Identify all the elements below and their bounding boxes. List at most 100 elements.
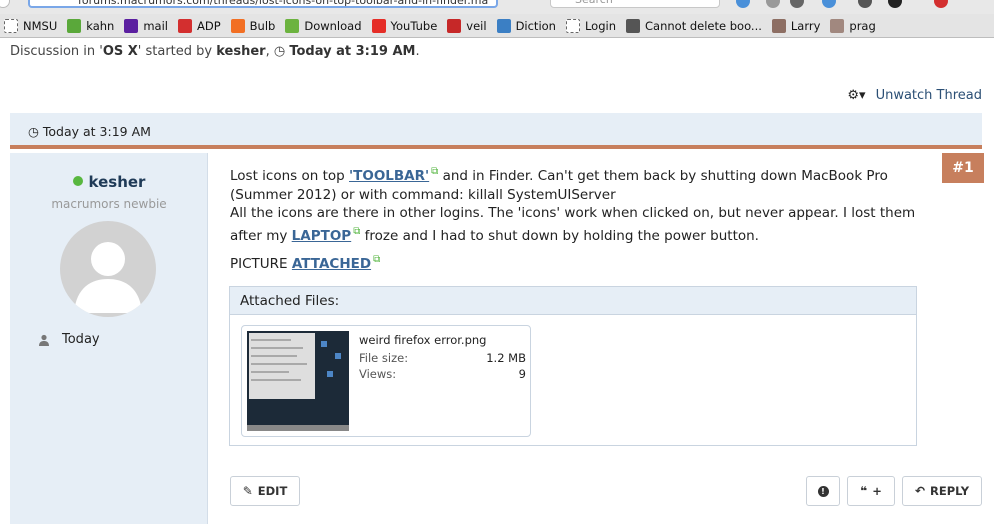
back-button[interactable] — [0, 0, 10, 8]
bookmark-item[interactable]: mail — [124, 18, 168, 33]
youtube-icon — [371, 18, 386, 33]
bookmark-label: mail — [143, 18, 168, 33]
pencil-icon: ✎ — [242, 484, 253, 498]
leaf-icon — [67, 18, 82, 33]
attachment-filename[interactable]: weird firefox error.png — [359, 333, 486, 347]
apple-icon — [626, 18, 640, 33]
reply-label: REPLY — [930, 484, 970, 498]
views-label: Views: — [359, 367, 397, 381]
dictionary-icon — [496, 18, 511, 33]
thread-controls: ⚙▾ Unwatch Thread — [847, 88, 982, 103]
bookmark-star-icon[interactable] — [736, 0, 750, 8]
online-status-icon — [72, 176, 83, 186]
url-bar[interactable]: forums.macrumors.com/threads/lost-icons-… — [28, 0, 498, 8]
external-link-icon: ⧉ — [373, 254, 381, 265]
multi-quote-button[interactable]: ❝ + — [847, 476, 895, 506]
thread-info-text: ' started by — [137, 44, 217, 59]
bookmark-label: NMSU — [23, 18, 58, 33]
thumbnail-detail — [251, 355, 297, 357]
toolbar-link[interactable]: 'TOOLBAR' — [349, 168, 429, 184]
gear-icon[interactable]: ⚙▾ — [847, 88, 865, 103]
multi-quote-label: + — [872, 484, 882, 498]
browser-toolbar: forums.macrumors.com/threads/lost-icons-… — [0, 0, 994, 14]
thumbnail-detail — [251, 371, 289, 373]
edit-label: EDIT — [257, 484, 288, 498]
bookmark-label: prag — [849, 18, 876, 33]
views-value: 9 — [518, 367, 526, 381]
body-text: froze and I had to shut down by holding … — [360, 227, 759, 244]
thread-time[interactable]: Today at 3:19 AM — [289, 44, 415, 59]
bookmark-label: Cannot delete boo... — [645, 18, 762, 33]
thread-info: Discussion in 'OS X' started by kesher, … — [10, 44, 420, 59]
bookmark-item[interactable]: Cannot delete boo... — [626, 18, 762, 33]
file-size-row: File size: 1.2 MB — [359, 351, 526, 365]
extension-icon[interactable] — [790, 0, 804, 8]
post-date[interactable]: Today at 3:19 AM — [43, 124, 151, 139]
page-outline-icon — [565, 18, 580, 33]
post-number[interactable]: #1 — [942, 153, 984, 183]
attachment-item[interactable]: weird firefox error.png File size: 1.2 M… — [241, 325, 531, 437]
laptop-link[interactable]: LAPTOP — [292, 228, 352, 244]
bookmark-item[interactable]: veil — [447, 18, 487, 33]
attached-files-box: Attached Files: weird firefox error.png … — [229, 286, 917, 446]
clock-icon: ◷ — [273, 44, 290, 59]
shield-icon[interactable] — [822, 0, 836, 8]
edit-button[interactable]: ✎ EDIT — [230, 476, 300, 506]
thumbnail-detail — [321, 341, 327, 347]
bookmark-label: Larry — [790, 18, 821, 33]
attached-link[interactable]: ATTACHED — [292, 256, 371, 272]
thumbnail-detail — [247, 425, 349, 431]
report-button[interactable]: ! — [806, 476, 840, 506]
bookmark-label: veil — [466, 18, 487, 33]
default-avatar-icon — [74, 242, 142, 313]
username[interactable]: kesher — [10, 173, 208, 191]
user-joined: Today — [38, 332, 100, 347]
bookmark-item[interactable]: Larry — [771, 18, 821, 33]
reply-button[interactable]: ↶ REPLY — [902, 476, 982, 506]
forum-link[interactable]: OS X — [103, 44, 138, 59]
thumbnail-detail — [251, 363, 307, 365]
thumbnail-detail — [251, 379, 301, 381]
bookmark-label: kahn — [86, 18, 115, 33]
bookmark-item[interactable]: Download — [285, 18, 362, 33]
attached-files-title: Attached Files: — [230, 287, 916, 315]
file-size-value: 1.2 MB — [486, 351, 526, 365]
bookmark-label: Diction — [515, 18, 556, 33]
unwatch-thread-link[interactable]: Unwatch Thread — [876, 88, 982, 103]
bookmark-item[interactable]: ADP — [177, 18, 221, 33]
user-info-panel: kesher macrumors newbie Today — [10, 153, 208, 524]
thumbnail-detail — [335, 353, 341, 359]
views-row: Views: 9 — [359, 367, 526, 381]
thumbnail-window-image — [249, 333, 315, 399]
bookmark-item[interactable]: Bulb — [230, 18, 275, 33]
stop-icon[interactable] — [934, 0, 948, 8]
search-input[interactable]: Search — [550, 0, 720, 8]
bookmark-label: Login — [584, 18, 616, 33]
joined-value: Today — [62, 332, 100, 347]
bookmark-item[interactable]: kahn — [67, 18, 115, 33]
bookmark-item[interactable]: NMSU — [4, 18, 58, 33]
bookmark-item[interactable]: prag — [830, 18, 876, 33]
user-title: macrumors newbie — [51, 197, 167, 211]
post-date-bar: ◷ Today at 3:19 AM — [10, 113, 982, 149]
avatar[interactable] — [60, 221, 156, 317]
download-arrow-icon — [285, 18, 300, 33]
download-icon[interactable] — [888, 0, 902, 8]
bookmark-label: Download — [304, 18, 362, 33]
bookmark-item[interactable]: Diction — [496, 18, 556, 33]
picture-line: PICTURE ATTACHED ⧉ — [230, 254, 380, 272]
attachment-thumbnail[interactable] — [247, 331, 349, 431]
clock-icon[interactable] — [766, 0, 780, 8]
pocket-icon[interactable] — [858, 0, 872, 8]
thread-info-text: , — [265, 44, 274, 59]
reply-arrow-icon: ↶ — [914, 484, 926, 498]
clock-icon: ◷ — [28, 124, 43, 139]
file-size-label: File size: — [359, 351, 409, 365]
bookmark-item[interactable]: Login — [565, 18, 616, 33]
thumbnail-detail — [251, 347, 303, 349]
page-outline-icon — [4, 18, 18, 33]
username-label[interactable]: kesher — [89, 173, 146, 191]
guitar-icon — [447, 18, 462, 33]
bookmark-item[interactable]: YouTube — [371, 18, 437, 33]
author-link[interactable]: kesher — [216, 44, 265, 59]
